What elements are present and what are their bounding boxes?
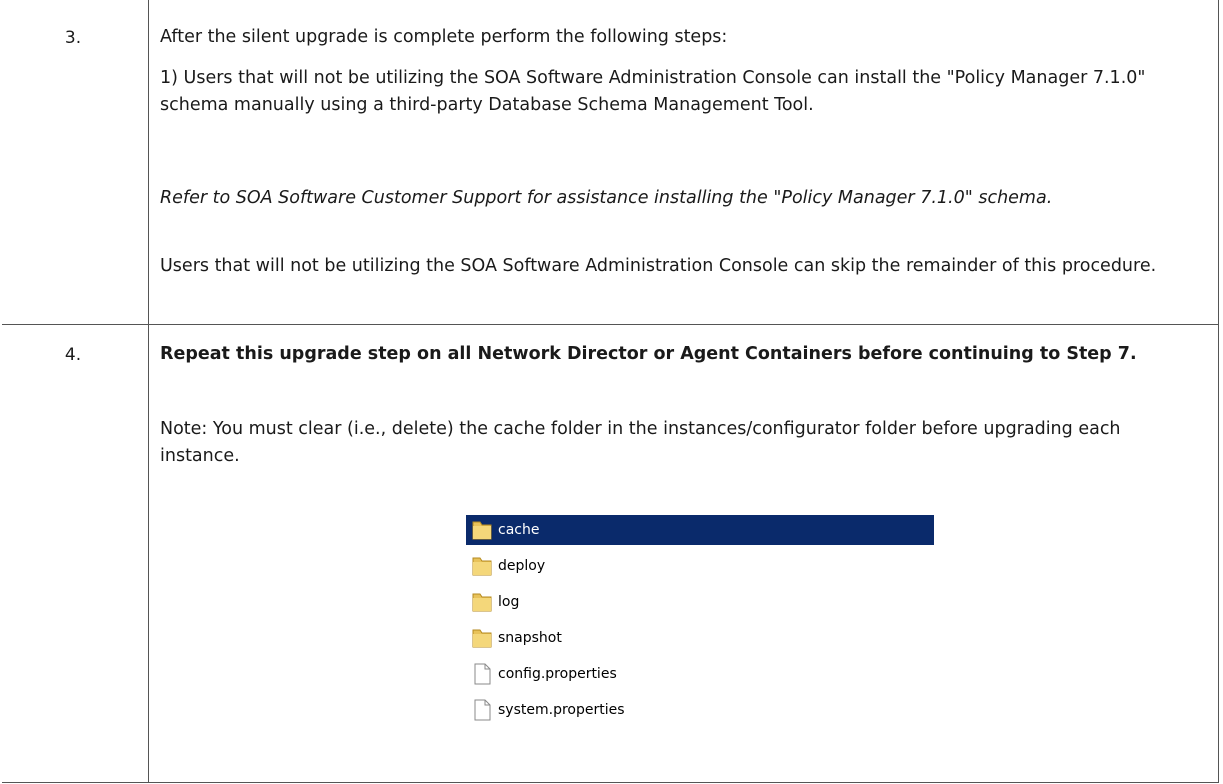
folder-icon (472, 629, 492, 648)
file-item-cache[interactable]: cache (466, 515, 934, 545)
row-divider (2, 324, 1218, 325)
file-item-label: log (498, 594, 520, 610)
step-heading: Repeat this upgrade step on all Network … (160, 344, 1137, 364)
step-number: 3. (64, 28, 82, 48)
file-item-deploy[interactable]: deploy (466, 551, 934, 581)
file-icon (474, 699, 491, 721)
step-number: 4. (64, 345, 82, 365)
step-paragraph-italic: Refer to SOA Software Customer Support f… (160, 188, 1053, 208)
file-item-config-properties[interactable]: config.properties (466, 659, 934, 689)
file-item-label: snapshot (498, 630, 562, 646)
folder-listing: cache deploy log snapshot config.propert… (466, 515, 936, 779)
file-item-log[interactable]: log (466, 587, 934, 617)
step-paragraph: After the silent upgrade is complete per… (160, 27, 728, 47)
column-divider (148, 0, 149, 782)
step-paragraph: Users that will not be utilizing the SOA… (160, 256, 1157, 276)
file-item-snapshot[interactable]: snapshot (466, 623, 934, 653)
folder-icon (472, 557, 492, 576)
step-paragraph: 1) Users that will not be utilizing the … (160, 68, 1146, 115)
folder-icon (472, 593, 492, 612)
file-icon (474, 663, 491, 685)
file-item-label: deploy (498, 558, 546, 574)
file-item-system-properties[interactable]: system.properties (466, 695, 934, 725)
file-item-label: system.properties (498, 702, 625, 718)
folder-icon (472, 521, 492, 540)
file-item-label: config.properties (498, 666, 617, 682)
file-item-label: cache (498, 522, 540, 538)
step-note: Note: You must clear (i.e., delete) the … (160, 419, 1121, 466)
